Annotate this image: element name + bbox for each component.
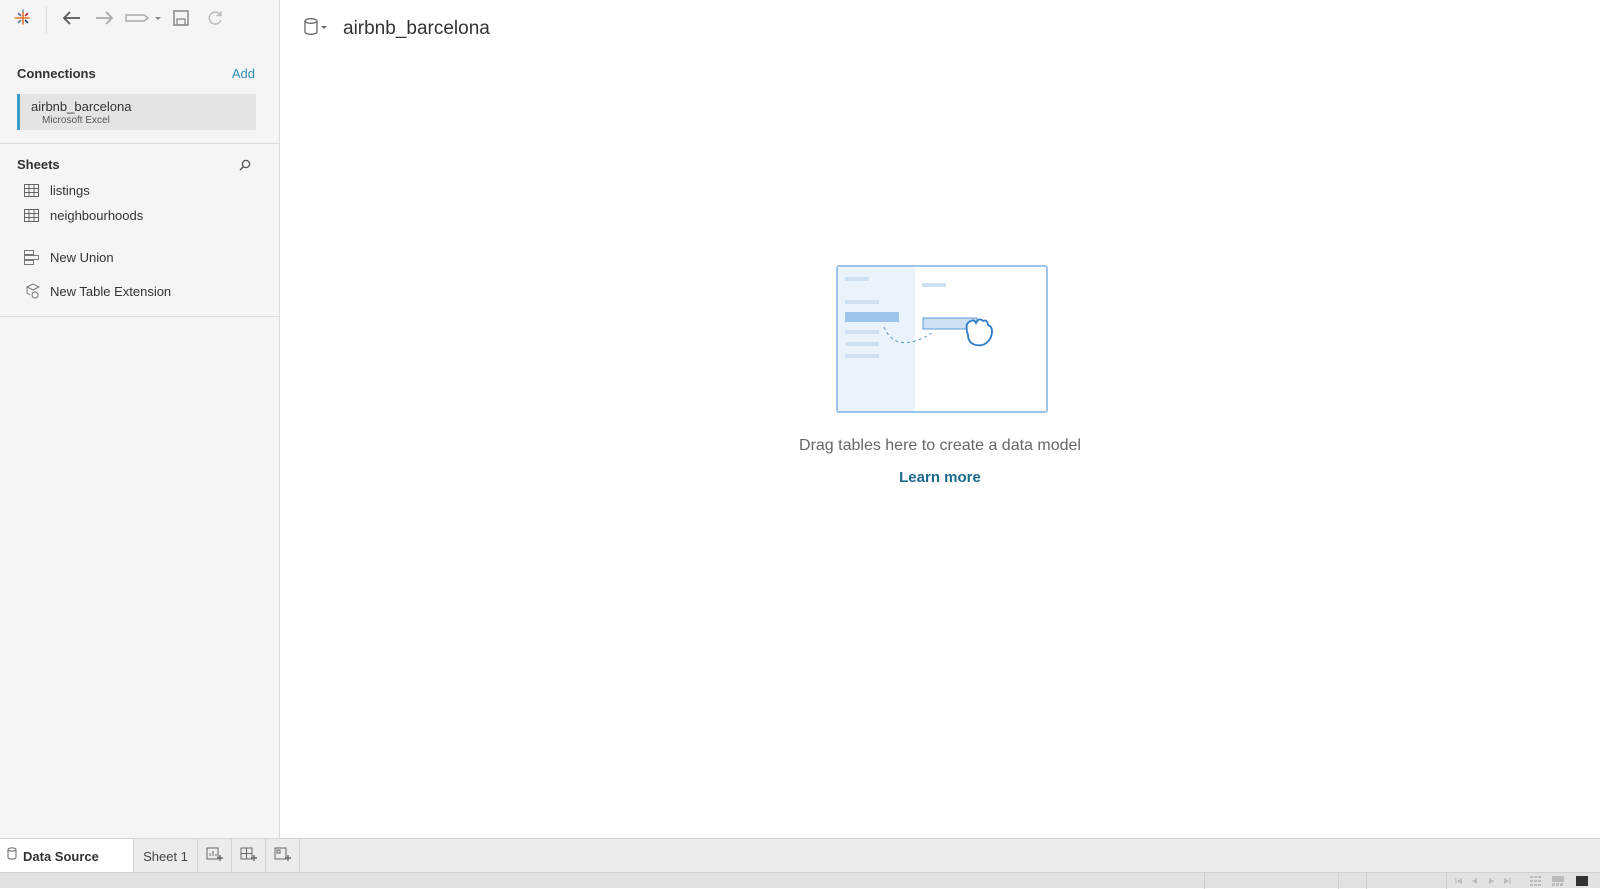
new-table-extension-label: New Table Extension	[50, 283, 172, 299]
status-separator	[1366, 873, 1367, 889]
next-sheet-icon[interactable]	[1486, 875, 1496, 887]
tab-data-source-label: Data Source	[23, 848, 99, 864]
first-sheet-icon[interactable]	[1454, 875, 1464, 887]
divider	[0, 316, 280, 317]
empty-canvas-illustration	[836, 265, 1048, 413]
toolbar-separator	[46, 6, 47, 34]
back-arrow-icon[interactable]	[58, 7, 84, 29]
filmstrip-icon[interactable]	[1552, 875, 1564, 887]
sheet-label: neighbourhoods	[50, 207, 144, 223]
datasource-header: airbnb_barcelona	[303, 14, 490, 44]
tab-data-source[interactable]: Data Source	[0, 839, 134, 873]
database-icon	[303, 17, 329, 42]
new-story-button[interactable]	[266, 839, 300, 873]
connections-title: Connections	[17, 66, 96, 81]
add-connection-link[interactable]: Add	[232, 66, 255, 81]
tabs-view-icon[interactable]	[1576, 875, 1588, 887]
save-icon[interactable]	[170, 7, 192, 29]
forward-arrow-icon[interactable]	[92, 7, 118, 29]
table-icon	[24, 207, 42, 223]
connection-name: airbnb_barcelona	[31, 99, 132, 114]
datasource-menu-button[interactable]	[303, 17, 329, 42]
datasource-title[interactable]: airbnb_barcelona	[343, 18, 490, 40]
database-icon	[7, 847, 17, 865]
new-story-icon	[274, 846, 292, 867]
new-table-extension-item[interactable]: New Table Extension	[24, 280, 171, 302]
status-separator	[1446, 873, 1447, 889]
toolbar	[0, 0, 280, 38]
status-bar	[0, 872, 1600, 889]
new-dashboard-icon	[240, 846, 258, 867]
sheet-tab-bar: Data Source Sheet 1	[0, 838, 1600, 873]
previous-sheet-icon[interactable]	[1470, 875, 1480, 887]
sheet-item-neighbourhoods[interactable]: neighbourhoods	[24, 204, 143, 226]
refresh-icon[interactable]	[204, 7, 226, 29]
new-dashboard-button[interactable]	[232, 839, 266, 873]
union-icon	[24, 249, 42, 265]
learn-more-link[interactable]: Learn more	[840, 469, 1040, 486]
sheet-label: listings	[50, 182, 90, 198]
sheet-item-listings[interactable]: listings	[24, 179, 90, 201]
connection-item[interactable]: airbnb_barcelona Microsoft Excel	[17, 94, 256, 130]
new-union-label: New Union	[50, 249, 114, 265]
last-sheet-icon[interactable]	[1502, 875, 1512, 887]
table-icon	[24, 182, 42, 198]
new-union-item[interactable]: New Union	[24, 246, 114, 268]
tableau-logo-icon[interactable]	[12, 7, 34, 29]
search-icon[interactable]	[238, 158, 252, 172]
left-pane: Connections Add airbnb_barcelona Microso…	[0, 0, 280, 838]
status-separator	[1338, 873, 1339, 889]
sheet-sorter-icon[interactable]	[1530, 875, 1542, 887]
new-worksheet-button[interactable]	[198, 839, 232, 873]
redo-dropdown-icon[interactable]	[124, 7, 164, 29]
status-separator	[1204, 873, 1205, 889]
sheets-title: Sheets	[17, 157, 60, 172]
connection-type: Microsoft Excel	[42, 115, 110, 126]
divider	[0, 143, 280, 144]
table-extension-icon	[24, 283, 42, 299]
empty-canvas-message: Drag tables here to create a data model	[799, 437, 1081, 454]
new-worksheet-icon	[206, 846, 224, 867]
tab-sheet-1[interactable]: Sheet 1	[134, 839, 198, 873]
